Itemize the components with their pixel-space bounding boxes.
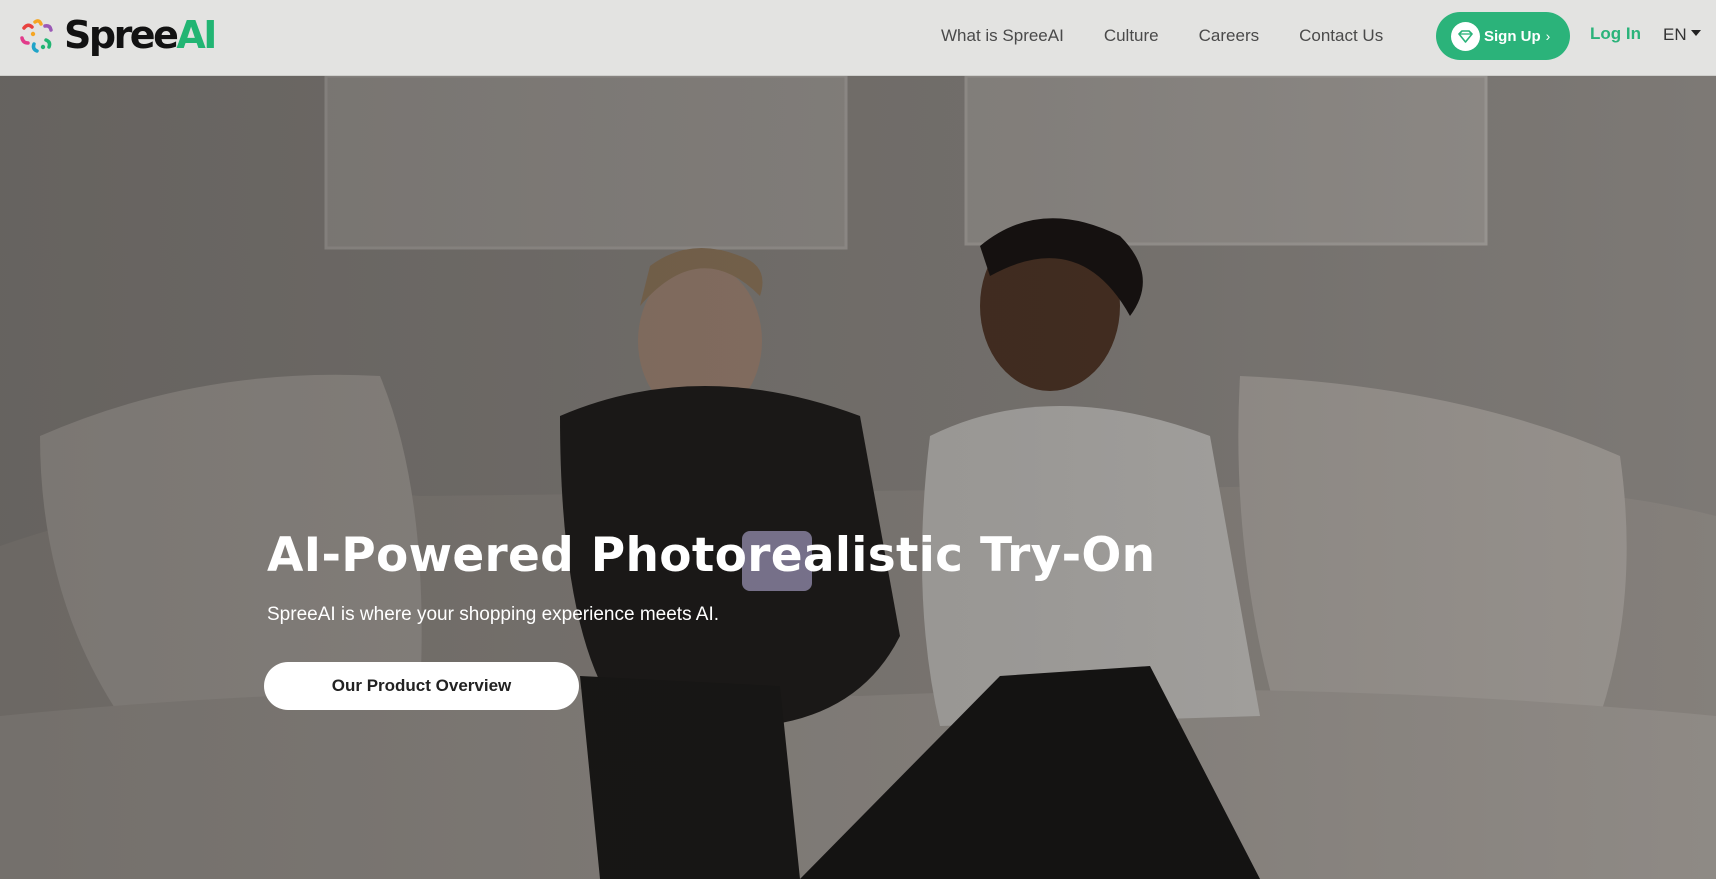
nav-item-careers[interactable]: Careers — [1199, 26, 1259, 46]
main-nav: What is SpreeAI Culture Careers Contact … — [941, 0, 1423, 72]
chevron-right-icon: › — [1545, 28, 1551, 44]
product-overview-button[interactable]: Our Product Overview — [264, 662, 579, 710]
language-selector[interactable]: EN — [1663, 25, 1701, 45]
log-in-link[interactable]: Log In — [1590, 24, 1641, 44]
hero-dim-overlay — [0, 76, 1716, 879]
sign-up-button[interactable]: Sign Up › — [1436, 12, 1570, 60]
hero-subtitle: SpreeAI is where your shopping experienc… — [267, 604, 720, 625]
nav-item-what-is-spreeai[interactable]: What is SpreeAI — [941, 26, 1064, 46]
diamond-icon — [1451, 21, 1480, 51]
nav-item-contact-us[interactable]: Contact Us — [1299, 26, 1383, 46]
brand-logo[interactable]: SpreeAI — [18, 10, 217, 60]
confetti-logo-icon — [20, 19, 53, 53]
nav-item-culture[interactable]: Culture — [1104, 26, 1159, 46]
caret-down-icon — [1690, 30, 1701, 36]
sign-up-label: Sign Up — [1484, 27, 1541, 45]
brand-wordmark: SpreeAI — [64, 13, 217, 57]
site-header: SpreeAI What is SpreeAI Culture Careers … — [0, 0, 1716, 76]
hero-title: AI-Powered Photorealistic Try-On — [267, 528, 1156, 583]
language-label: EN — [1663, 25, 1687, 44]
hero-section: AI-Powered Photorealistic Try-On SpreeAI… — [0, 76, 1716, 879]
